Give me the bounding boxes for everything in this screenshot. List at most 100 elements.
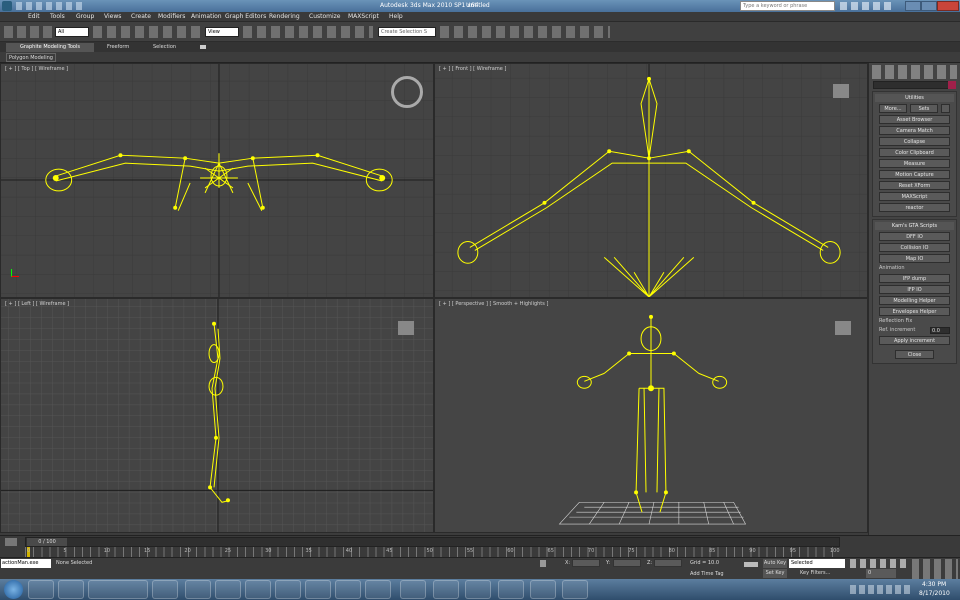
- ref-increment-spinner[interactable]: 0.0: [930, 326, 950, 334]
- menu-group[interactable]: Group: [76, 13, 94, 20]
- search-input[interactable]: Type a keyword or phrase: [740, 1, 835, 11]
- named-selection-dropdown[interactable]: Create Selection S: [378, 27, 436, 37]
- quick-access-icons[interactable]: [16, 2, 86, 10]
- camera-match-button[interactable]: Camera Match: [879, 126, 950, 135]
- taskbar-item-archive[interactable]: [400, 580, 426, 599]
- sets-button[interactable]: Sets: [910, 104, 938, 113]
- motion-capture-button[interactable]: Motion Capture: [879, 170, 950, 179]
- menu-tools[interactable]: Tools: [50, 13, 65, 20]
- taskbar-item-monitor[interactable]: [433, 580, 459, 599]
- current-frame-field[interactable]: 0: [866, 569, 896, 578]
- taskbar-item-tool2[interactable]: [365, 580, 391, 599]
- reset-xform-button[interactable]: Reset XForm: [879, 181, 950, 190]
- menu-animation[interactable]: Animation: [191, 13, 222, 20]
- menu-modifiers[interactable]: Modifiers: [158, 13, 185, 20]
- time-slider-thumb[interactable]: 0 / 100: [27, 538, 67, 546]
- utilities-title[interactable]: Utilities: [875, 94, 954, 102]
- selection-filter-dropdown[interactable]: All: [55, 27, 89, 37]
- viewcube-icon[interactable]: [398, 321, 414, 335]
- menu-edit[interactable]: Edit: [28, 13, 40, 20]
- infocenter-icons[interactable]: [840, 2, 895, 10]
- clock-time[interactable]: 4:30 PM: [922, 581, 946, 588]
- polygon-modeling-panel[interactable]: Polygon Modeling: [6, 53, 56, 62]
- dff-io-button[interactable]: DFF IO: [879, 232, 950, 241]
- ribbon-toggle-icon[interactable]: [200, 45, 206, 49]
- viewport-front[interactable]: [ + ] [ Front ] [ Wireframe ]: [434, 63, 868, 298]
- taskbar-item-notepad[interactable]: [28, 580, 54, 599]
- auto-key-button[interactable]: Auto Key: [763, 559, 787, 568]
- viewport-front-label[interactable]: [ + ] [ Front ] [ Wireframe ]: [439, 66, 506, 72]
- viewport-perspective-label[interactable]: [ + ] [ Perspective ] [ Smooth + Highlig…: [439, 301, 548, 307]
- set-key-button[interactable]: Set Key: [763, 569, 787, 578]
- taskbar-item-windows[interactable]: [88, 580, 148, 599]
- taskbar-item-network[interactable]: [530, 580, 556, 599]
- viewport-top-label[interactable]: [ + ] [ Top ] [ Wireframe ]: [5, 66, 68, 72]
- y-field[interactable]: [613, 559, 641, 567]
- x-field[interactable]: [572, 559, 600, 567]
- viewcube-icon[interactable]: [391, 76, 423, 108]
- link-tools-icons[interactable]: [4, 26, 52, 38]
- menu-rendering[interactable]: Rendering: [269, 13, 300, 20]
- render-tools-icons[interactable]: [440, 26, 610, 38]
- start-button[interactable]: [4, 580, 23, 599]
- curve-editor-toggle-icon[interactable]: [5, 538, 17, 546]
- taskbar-item-explorer[interactable]: [58, 580, 84, 599]
- z-field[interactable]: [654, 559, 682, 567]
- close-button[interactable]: [937, 1, 959, 11]
- taskbar-item-photoshop[interactable]: [185, 580, 211, 599]
- tab-graphite-modeling-tools[interactable]: Graphite Modeling Tools: [6, 43, 94, 52]
- apply-increment-button[interactable]: Apply increment: [879, 336, 950, 345]
- menu-graph-editors[interactable]: Graph Editors: [225, 13, 266, 20]
- menu-maxscript[interactable]: MAXScript: [348, 13, 379, 20]
- viewport-left[interactable]: [ + ] [ Left ] [ Wireframe ]: [0, 298, 434, 533]
- ref-coord-dropdown[interactable]: View: [205, 27, 239, 37]
- time-slider[interactable]: 0 / 100: [25, 537, 840, 547]
- maxscript-button[interactable]: MAXScript: [879, 192, 950, 201]
- viewcube-icon[interactable]: [833, 84, 849, 98]
- taskbar-item-paint[interactable]: [465, 580, 491, 599]
- select-tools-icons[interactable]: [93, 26, 201, 38]
- maximize-button[interactable]: [921, 1, 937, 11]
- system-tray-icons[interactable]: [850, 585, 910, 594]
- tab-selection[interactable]: Selection: [153, 44, 176, 50]
- menu-customize[interactable]: Customize: [309, 13, 341, 20]
- envelopes-helper-button[interactable]: Envelopes Helper: [879, 307, 950, 316]
- color-clipboard-button[interactable]: Color Clipboard: [879, 148, 950, 157]
- maxscript-listener-field[interactable]: actionMan.exe: [1, 559, 51, 568]
- taskbar-item-firefox[interactable]: [152, 580, 178, 599]
- taskbar-item-tool[interactable]: [335, 580, 361, 599]
- taskbar-item-3dsmax[interactable]: [275, 580, 301, 599]
- close-script-button[interactable]: Close: [895, 350, 934, 359]
- panel-search-field[interactable]: [873, 81, 956, 89]
- menu-create[interactable]: Create: [131, 13, 151, 20]
- reactor-button[interactable]: reactor: [879, 203, 950, 212]
- taskbar-item-program[interactable]: [562, 580, 588, 599]
- viewcube-icon[interactable]: [835, 321, 851, 335]
- menu-help[interactable]: Help: [389, 13, 403, 20]
- playback-controls[interactable]: [850, 559, 910, 568]
- clock-date[interactable]: 8/17/2010: [919, 590, 950, 597]
- ifp-dump-button[interactable]: IFP dump: [879, 274, 950, 283]
- gta-scripts-title[interactable]: Kam's GTA Scripts: [875, 222, 954, 230]
- taskbar-item-cmd[interactable]: [498, 580, 524, 599]
- collision-io-button[interactable]: Collision IO: [879, 243, 950, 252]
- command-panel-tabs[interactable]: [872, 65, 957, 79]
- key-mode-dropdown[interactable]: Selected: [789, 559, 845, 568]
- viewport-left-label[interactable]: [ + ] [ Left ] [ Wireframe ]: [5, 301, 69, 307]
- viewport-top[interactable]: [ + ] [ Top ] [ Wireframe ]: [0, 63, 434, 298]
- map-io-button[interactable]: Map IO: [879, 254, 950, 263]
- viewport-nav-icons[interactable]: [912, 559, 958, 579]
- add-time-tag-button[interactable]: Add Time Tag: [690, 571, 724, 577]
- ifp-io-button[interactable]: IFP IO: [879, 285, 950, 294]
- taskbar-item-app[interactable]: [245, 580, 271, 599]
- measure-button[interactable]: Measure: [879, 159, 950, 168]
- modelling-helper-button[interactable]: Modelling Helper: [879, 296, 950, 305]
- more-button[interactable]: More...: [879, 104, 907, 113]
- tab-freeform[interactable]: Freeform: [107, 44, 129, 50]
- app-logo-icon[interactable]: [2, 1, 12, 11]
- asset-browser-button[interactable]: Asset Browser: [879, 115, 950, 124]
- key-icon[interactable]: [744, 562, 758, 567]
- minimize-button[interactable]: [905, 1, 921, 11]
- lock-icon[interactable]: [540, 560, 546, 567]
- menu-views[interactable]: Views: [104, 13, 121, 20]
